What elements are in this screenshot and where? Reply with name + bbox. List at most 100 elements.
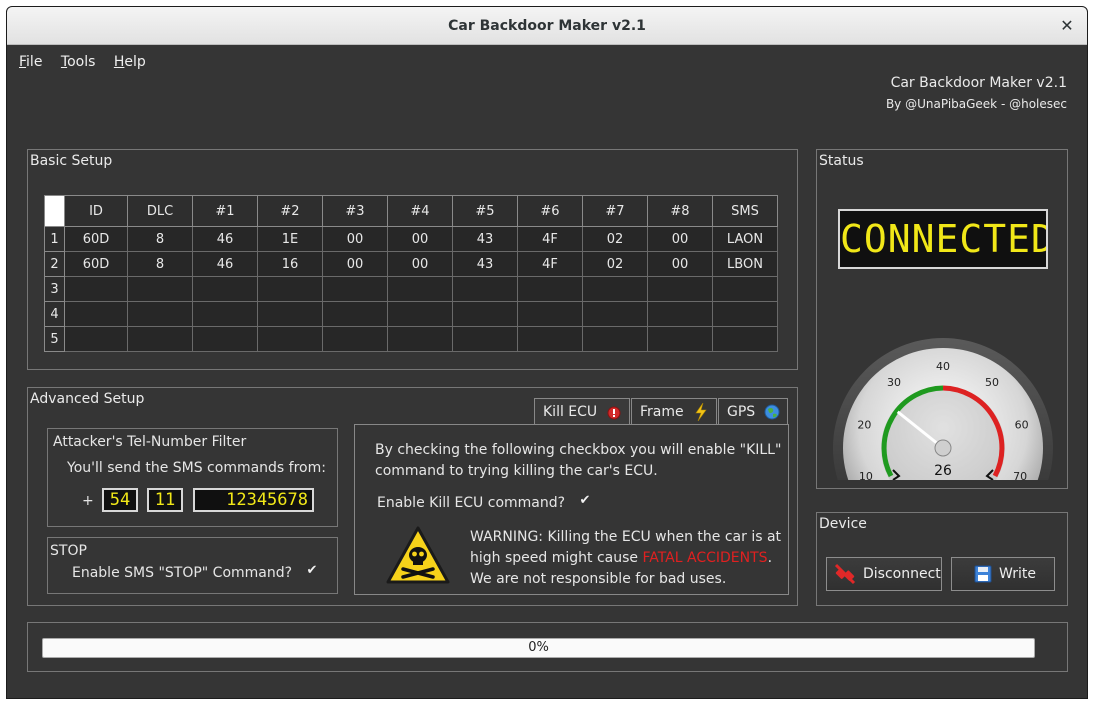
- tab-frame[interactable]: Frame: [631, 398, 717, 426]
- table-cell[interactable]: [517, 276, 583, 302]
- table-corner[interactable]: [44, 195, 65, 227]
- table-cell[interactable]: [257, 301, 323, 327]
- table-cell[interactable]: 16: [257, 251, 323, 277]
- column-header[interactable]: #5: [452, 195, 518, 227]
- fatal-accidents-text: FATAL ACCIDENTS: [642, 550, 768, 566]
- stop-group: STOP Enable SMS "STOP" Command?: [47, 537, 338, 594]
- table-cell[interactable]: [127, 301, 193, 327]
- table-cell[interactable]: 4F: [517, 226, 583, 252]
- table-cell[interactable]: 43: [452, 251, 518, 277]
- table-cell[interactable]: [452, 276, 518, 302]
- table-cell[interactable]: [64, 276, 128, 302]
- table-cell[interactable]: [452, 326, 518, 352]
- kill-ecu-checkbox-label: Enable Kill ECU command?: [377, 495, 566, 511]
- column-header[interactable]: #3: [322, 195, 388, 227]
- row-number[interactable]: 3: [44, 276, 65, 302]
- phone-number-input[interactable]: 12345678: [193, 488, 314, 512]
- table-cell[interactable]: 02: [582, 226, 648, 252]
- column-header[interactable]: SMS: [712, 195, 778, 227]
- table-cell[interactable]: 43: [452, 226, 518, 252]
- tab-gps-label: GPS: [727, 404, 756, 420]
- table-cell[interactable]: [647, 276, 713, 302]
- table-cell[interactable]: 4F: [517, 251, 583, 277]
- row-number[interactable]: 1: [44, 226, 65, 252]
- table-cell[interactable]: [257, 326, 323, 352]
- kill-ecu-warning-line3: We are not responsible for bad uses.: [470, 571, 727, 587]
- disconnect-button[interactable]: Disconnect: [826, 557, 942, 591]
- menu-tools[interactable]: Tools: [61, 51, 96, 73]
- table-cell[interactable]: [712, 301, 778, 327]
- table-cell[interactable]: [257, 276, 323, 302]
- table-cell[interactable]: 60D: [64, 226, 128, 252]
- table-cell[interactable]: [192, 301, 258, 327]
- column-header[interactable]: #2: [257, 195, 323, 227]
- kill-ecu-checkbox[interactable]: [580, 493, 592, 509]
- table-cell[interactable]: 46: [192, 226, 258, 252]
- table-cell[interactable]: [322, 326, 388, 352]
- table-cell[interactable]: [647, 326, 713, 352]
- table-cell[interactable]: [517, 301, 583, 327]
- table-cell[interactable]: [64, 301, 128, 327]
- table-cell[interactable]: [387, 276, 453, 302]
- tab-frame-label: Frame: [640, 404, 684, 420]
- table-cell[interactable]: [712, 326, 778, 352]
- column-header[interactable]: #8: [647, 195, 713, 227]
- table-cell[interactable]: LAON: [712, 226, 778, 252]
- table-cell[interactable]: [127, 326, 193, 352]
- table-cell[interactable]: [322, 301, 388, 327]
- progress-bar: 0%: [42, 638, 1035, 658]
- table-cell[interactable]: 8: [127, 226, 193, 252]
- close-icon[interactable]: ✕: [1057, 16, 1077, 36]
- table-cell[interactable]: [582, 301, 648, 327]
- alert-icon: [607, 406, 621, 420]
- table-cell[interactable]: [192, 326, 258, 352]
- area-code-input[interactable]: 11: [147, 488, 183, 512]
- connection-lcd: CONNECTED: [838, 209, 1048, 269]
- country-code-input[interactable]: 54: [102, 488, 138, 512]
- column-header[interactable]: ID: [64, 195, 128, 227]
- table-cell[interactable]: 00: [647, 226, 713, 252]
- table-cell[interactable]: [387, 326, 453, 352]
- table-cell[interactable]: 00: [322, 251, 388, 277]
- column-header[interactable]: #6: [517, 195, 583, 227]
- table-cell[interactable]: 8: [127, 251, 193, 277]
- row-number[interactable]: 4: [44, 301, 65, 327]
- table-cell[interactable]: [452, 301, 518, 327]
- table-cell[interactable]: [322, 276, 388, 302]
- tab-kill-ecu[interactable]: Kill ECU: [534, 398, 630, 426]
- menu-help[interactable]: Help: [114, 51, 146, 73]
- row-number[interactable]: 5: [44, 326, 65, 352]
- table-cell[interactable]: 00: [647, 251, 713, 277]
- column-header[interactable]: #4: [387, 195, 453, 227]
- table-cell[interactable]: [64, 326, 128, 352]
- column-header[interactable]: #7: [582, 195, 648, 227]
- table-cell[interactable]: [127, 276, 193, 302]
- table-cell[interactable]: 46: [192, 251, 258, 277]
- table-cell[interactable]: [582, 326, 648, 352]
- column-header[interactable]: DLC: [127, 195, 193, 227]
- app-header: Car Backdoor Maker v2.1 By @UnaPibaGeek …: [886, 73, 1067, 115]
- menu-file[interactable]: File: [19, 51, 42, 73]
- table-row: 4: [44, 301, 778, 327]
- column-header[interactable]: #1: [192, 195, 258, 227]
- gauge-value-label: 26: [934, 463, 952, 479]
- table-cell[interactable]: 00: [387, 251, 453, 277]
- table-cell[interactable]: [647, 301, 713, 327]
- table-cell[interactable]: LBON: [712, 251, 778, 277]
- table-cell[interactable]: [192, 276, 258, 302]
- tab-gps[interactable]: GPS: [718, 398, 788, 426]
- table-cell[interactable]: 00: [387, 226, 453, 252]
- table-cell[interactable]: [517, 326, 583, 352]
- table-cell[interactable]: 02: [582, 251, 648, 277]
- table-cell[interactable]: 00: [322, 226, 388, 252]
- row-number[interactable]: 2: [44, 251, 65, 277]
- tel-filter-group: Attacker's Tel-Number Filter You'll send…: [47, 428, 338, 527]
- table-cell[interactable]: [387, 301, 453, 327]
- write-button[interactable]: Write: [951, 557, 1055, 591]
- table-cell[interactable]: [582, 276, 648, 302]
- table-cell[interactable]: 60D: [64, 251, 128, 277]
- table-cell[interactable]: [712, 276, 778, 302]
- stop-checkbox[interactable]: [307, 563, 319, 579]
- table-cell[interactable]: 1E: [257, 226, 323, 252]
- menu-bar: File Tools Help: [19, 51, 160, 73]
